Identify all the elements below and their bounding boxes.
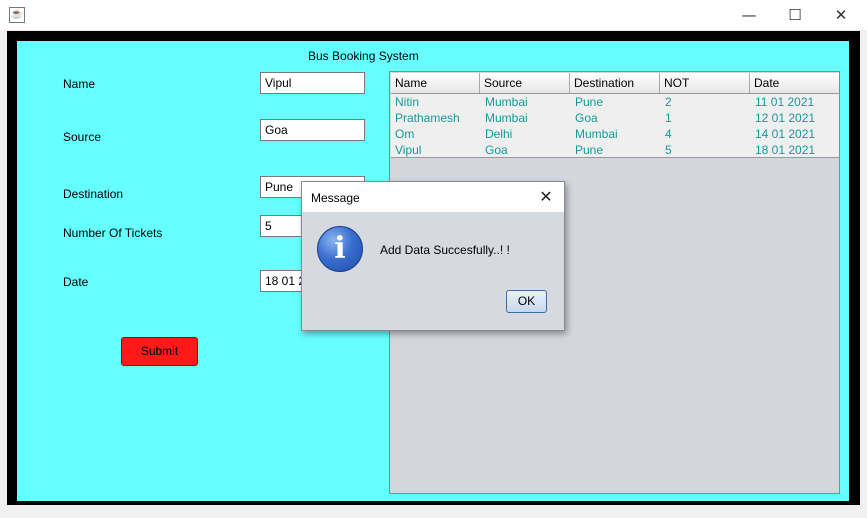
tickets-label: Number Of Tickets bbox=[63, 226, 163, 240]
date-label: Date bbox=[63, 275, 89, 289]
java-icon: ☕ bbox=[9, 7, 25, 23]
table-row[interactable]: Om Delhi Mumbai 4 14 01 2021 bbox=[391, 126, 839, 142]
cell-destination: Pune bbox=[575, 143, 604, 157]
message-dialog: Message ✕ i Add Data Succesfully..! ! OK bbox=[301, 181, 565, 331]
table-header: Name Source Destination NOT Date bbox=[391, 73, 839, 94]
name-label: Name bbox=[63, 77, 96, 91]
cell-not: 1 bbox=[665, 111, 672, 125]
dialog-title: Message bbox=[311, 191, 360, 205]
cell-date: 11 01 2021 bbox=[755, 95, 815, 109]
column-header-name[interactable]: Name bbox=[391, 73, 480, 93]
cell-not: 5 bbox=[665, 143, 672, 157]
cell-name: Prathamesh bbox=[395, 111, 460, 125]
cell-source: Delhi bbox=[485, 127, 513, 141]
column-header-destination[interactable]: Destination bbox=[570, 73, 660, 93]
destination-label: Destination bbox=[63, 187, 124, 201]
cell-not: 2 bbox=[665, 95, 672, 109]
cell-date: 14 01 2021 bbox=[755, 127, 816, 141]
cell-destination: Pune bbox=[575, 95, 604, 109]
table-row[interactable]: Vipul Goa Pune 5 18 01 2021 bbox=[391, 142, 839, 158]
ok-button[interactable]: OK bbox=[506, 290, 547, 313]
cell-not: 4 bbox=[665, 127, 672, 141]
info-icon-glyph: i bbox=[334, 231, 346, 266]
source-field[interactable]: Goa bbox=[260, 119, 365, 141]
column-header-source[interactable]: Source bbox=[480, 73, 570, 93]
minimize-button[interactable]: — bbox=[726, 0, 772, 30]
dialog-titlebar[interactable]: Message ✕ bbox=[302, 182, 564, 212]
table-row[interactable]: Prathamesh Mumbai Goa 1 12 01 2021 bbox=[391, 110, 839, 126]
cell-destination: Mumbai bbox=[575, 127, 618, 141]
column-header-date[interactable]: Date bbox=[750, 73, 839, 93]
cell-date: 18 01 2021 bbox=[755, 143, 816, 157]
table-body: Nitin Mumbai Pune 2 11 01 2021 Prathames… bbox=[391, 94, 839, 158]
cell-source: Mumbai bbox=[485, 111, 528, 125]
cell-date: 12 01 2021 bbox=[755, 111, 816, 125]
dialog-close-icon[interactable]: ✕ bbox=[534, 185, 558, 209]
info-icon: i bbox=[317, 226, 363, 272]
submit-button[interactable]: Submit bbox=[121, 337, 198, 366]
cell-name: Om bbox=[395, 127, 415, 141]
app-title: Bus Booking System bbox=[308, 49, 419, 63]
dialog-message: Add Data Succesfully..! ! bbox=[380, 243, 510, 257]
close-button[interactable]: ✕ bbox=[818, 0, 864, 30]
cell-destination: Goa bbox=[575, 111, 598, 125]
cell-source: Mumbai bbox=[485, 95, 528, 109]
cell-name: Vipul bbox=[395, 143, 422, 157]
cell-source: Goa bbox=[485, 143, 508, 157]
status-strip bbox=[0, 505, 867, 518]
name-field[interactable]: Vipul bbox=[260, 72, 365, 94]
window-titlebar: ☕ — ☐ ✕ bbox=[0, 0, 867, 30]
source-label: Source bbox=[63, 130, 102, 144]
column-header-not[interactable]: NOT bbox=[660, 73, 750, 93]
table-row[interactable]: Nitin Mumbai Pune 2 11 01 2021 bbox=[391, 94, 839, 110]
maximize-button[interactable]: ☐ bbox=[772, 0, 818, 30]
cell-name: Nitin bbox=[395, 95, 420, 109]
